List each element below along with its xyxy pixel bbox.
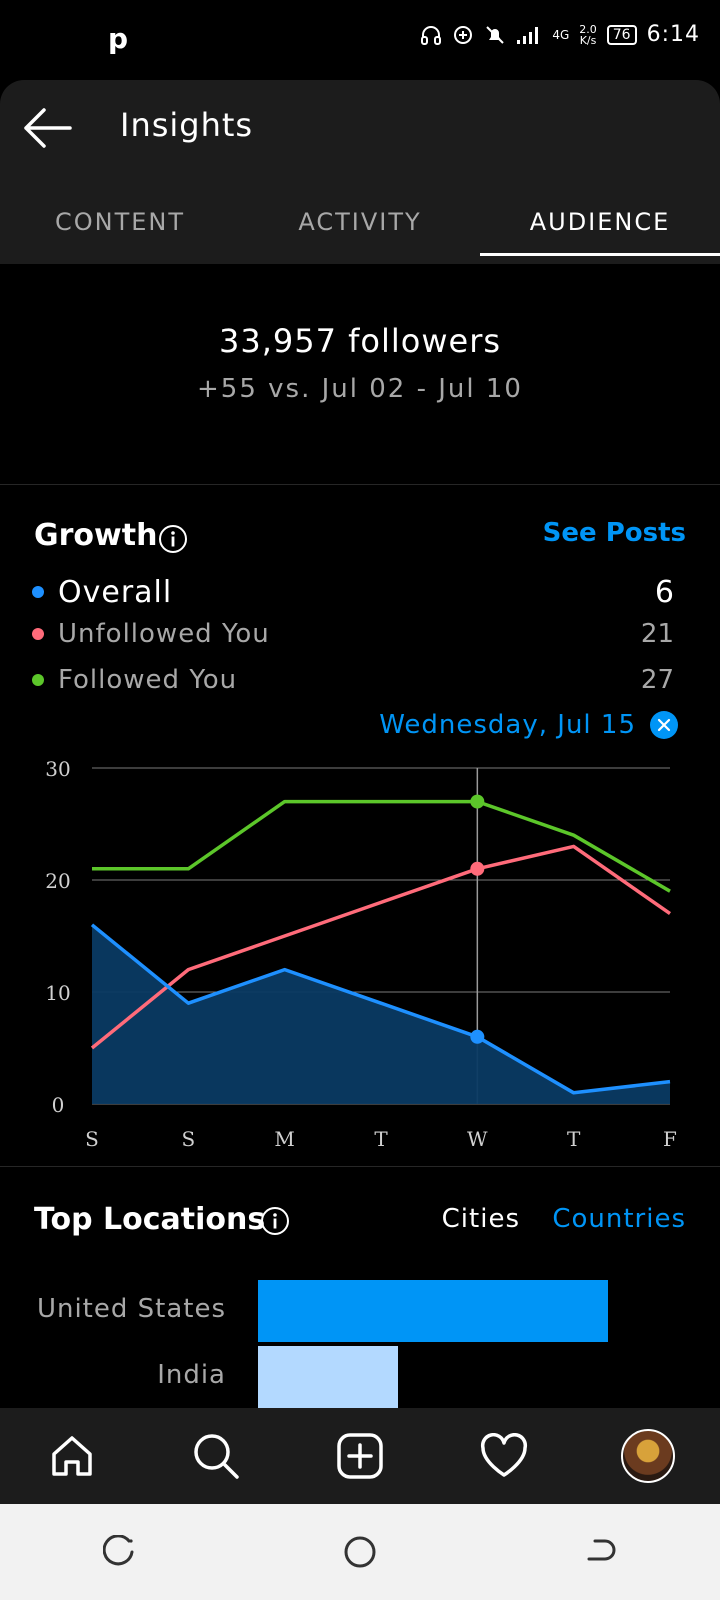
battery-icon: 76: [606, 24, 637, 45]
legend-value: 27: [640, 665, 674, 695]
clock: 6:14: [646, 22, 700, 47]
y-tick-label: 0: [52, 1093, 65, 1117]
legend-value: 21: [640, 619, 674, 649]
divider: [0, 1166, 720, 1167]
mute-bell-icon: [486, 25, 505, 44]
legend-item-unfollowed: Unfollowed You 21: [32, 614, 676, 654]
location-row: India: [0, 1346, 720, 1410]
heart-icon: [480, 1433, 528, 1477]
nav-search[interactable]: [180, 1420, 252, 1492]
tab-activity[interactable]: ACTIVITY: [240, 190, 480, 264]
nav-profile[interactable]: [612, 1420, 684, 1492]
legend-item-overall: Overall 6: [32, 572, 676, 612]
selected-date: Wednesday, Jul 15: [379, 710, 678, 740]
tab-content[interactable]: CONTENT: [0, 190, 240, 264]
growth-title: Growth: [34, 518, 158, 553]
circle-home-icon: [344, 1536, 376, 1568]
y-tick-label: 20: [45, 869, 70, 893]
close-icon: [657, 718, 671, 732]
x-tick-label: S: [85, 1127, 99, 1151]
network-speed: 2.0 K/s: [579, 22, 597, 47]
x-tick-label: T: [374, 1127, 388, 1151]
home-icon: [52, 1436, 92, 1476]
back-nav-icon: [587, 1539, 616, 1561]
legend-label: Followed You: [58, 665, 238, 695]
x-tick-label: M: [274, 1127, 294, 1151]
status-bar: p 4G 2.0 K/s 76 6:14: [0, 0, 720, 80]
clear-selection-button[interactable]: [650, 711, 678, 739]
status-icons: 4G 2.0 K/s 76 6:14: [420, 22, 700, 47]
recents-icon: [103, 1535, 134, 1566]
arrow-left-icon: [24, 108, 72, 148]
nav-activity[interactable]: [468, 1420, 540, 1492]
signal-icon: [517, 26, 539, 44]
recents-button[interactable]: [90, 1522, 150, 1582]
info-icon[interactable]: [260, 1206, 290, 1236]
data-saver-icon: [454, 25, 473, 44]
location-row: United States: [0, 1280, 720, 1344]
selected-date-label: Wednesday, Jul 15: [379, 710, 636, 740]
location-name: India: [157, 1360, 226, 1390]
data-point: [470, 794, 485, 809]
headphones-icon: [421, 25, 442, 45]
followers-summary: 33,957 followers +55 vs. Jul 02 - Jul 10: [0, 264, 720, 485]
series-line: [92, 799, 671, 893]
legend-value: 6: [654, 574, 674, 610]
location-bar: [258, 1346, 398, 1408]
info-icon[interactable]: [158, 524, 188, 554]
countries-tab[interactable]: Countries: [552, 1204, 686, 1234]
top-locations-title: Top Locations: [34, 1202, 266, 1237]
y-tick-label: 10: [45, 981, 70, 1005]
home-system-button[interactable]: [330, 1522, 390, 1582]
back-system-button[interactable]: [570, 1522, 630, 1582]
network-type: 4G: [552, 27, 570, 42]
search-icon: [194, 1434, 239, 1479]
page-title: Insights: [120, 106, 254, 144]
notification-app-icon: p: [108, 22, 129, 55]
legend-label: Overall: [58, 574, 173, 610]
x-tick-label: F: [663, 1127, 677, 1151]
app-header: Insights CONTENT ACTIVITY AUDIENCE: [0, 80, 720, 264]
cities-tab[interactable]: Cities: [442, 1204, 520, 1234]
system-nav-bar: [0, 1504, 720, 1600]
x-tick-label: W: [467, 1127, 488, 1151]
tab-audience[interactable]: AUDIENCE: [480, 190, 720, 264]
nav-home[interactable]: [36, 1420, 108, 1492]
series-area: [92, 924, 670, 1104]
avatar: [621, 1429, 675, 1483]
legend-dot: [32, 674, 44, 686]
y-tick-label: 30: [45, 757, 70, 781]
legend-dot: [32, 628, 44, 640]
location-name: United States: [36, 1294, 226, 1324]
followers-delta: +55 vs. Jul 02 - Jul 10: [197, 374, 523, 404]
legend-dot: [32, 586, 44, 598]
legend-label: Unfollowed You: [58, 619, 270, 649]
nav-create[interactable]: [324, 1420, 396, 1492]
growth-chart[interactable]: 0 10 20 30 S S M T W T F: [0, 750, 720, 1170]
x-tick-label: S: [181, 1127, 195, 1151]
followers-count: 33,957 followers: [218, 322, 502, 360]
back-button[interactable]: [20, 104, 76, 152]
x-tick-label: T: [567, 1127, 581, 1151]
data-point: [470, 861, 485, 876]
location-bar: [258, 1280, 608, 1342]
bottom-nav: [0, 1408, 720, 1504]
plus-square-icon: [337, 1433, 383, 1479]
legend-item-followed: Followed You 27: [32, 660, 676, 700]
tab-bar: CONTENT ACTIVITY AUDIENCE: [0, 190, 720, 264]
see-posts-link[interactable]: See Posts: [543, 518, 686, 548]
data-point: [470, 1029, 485, 1044]
